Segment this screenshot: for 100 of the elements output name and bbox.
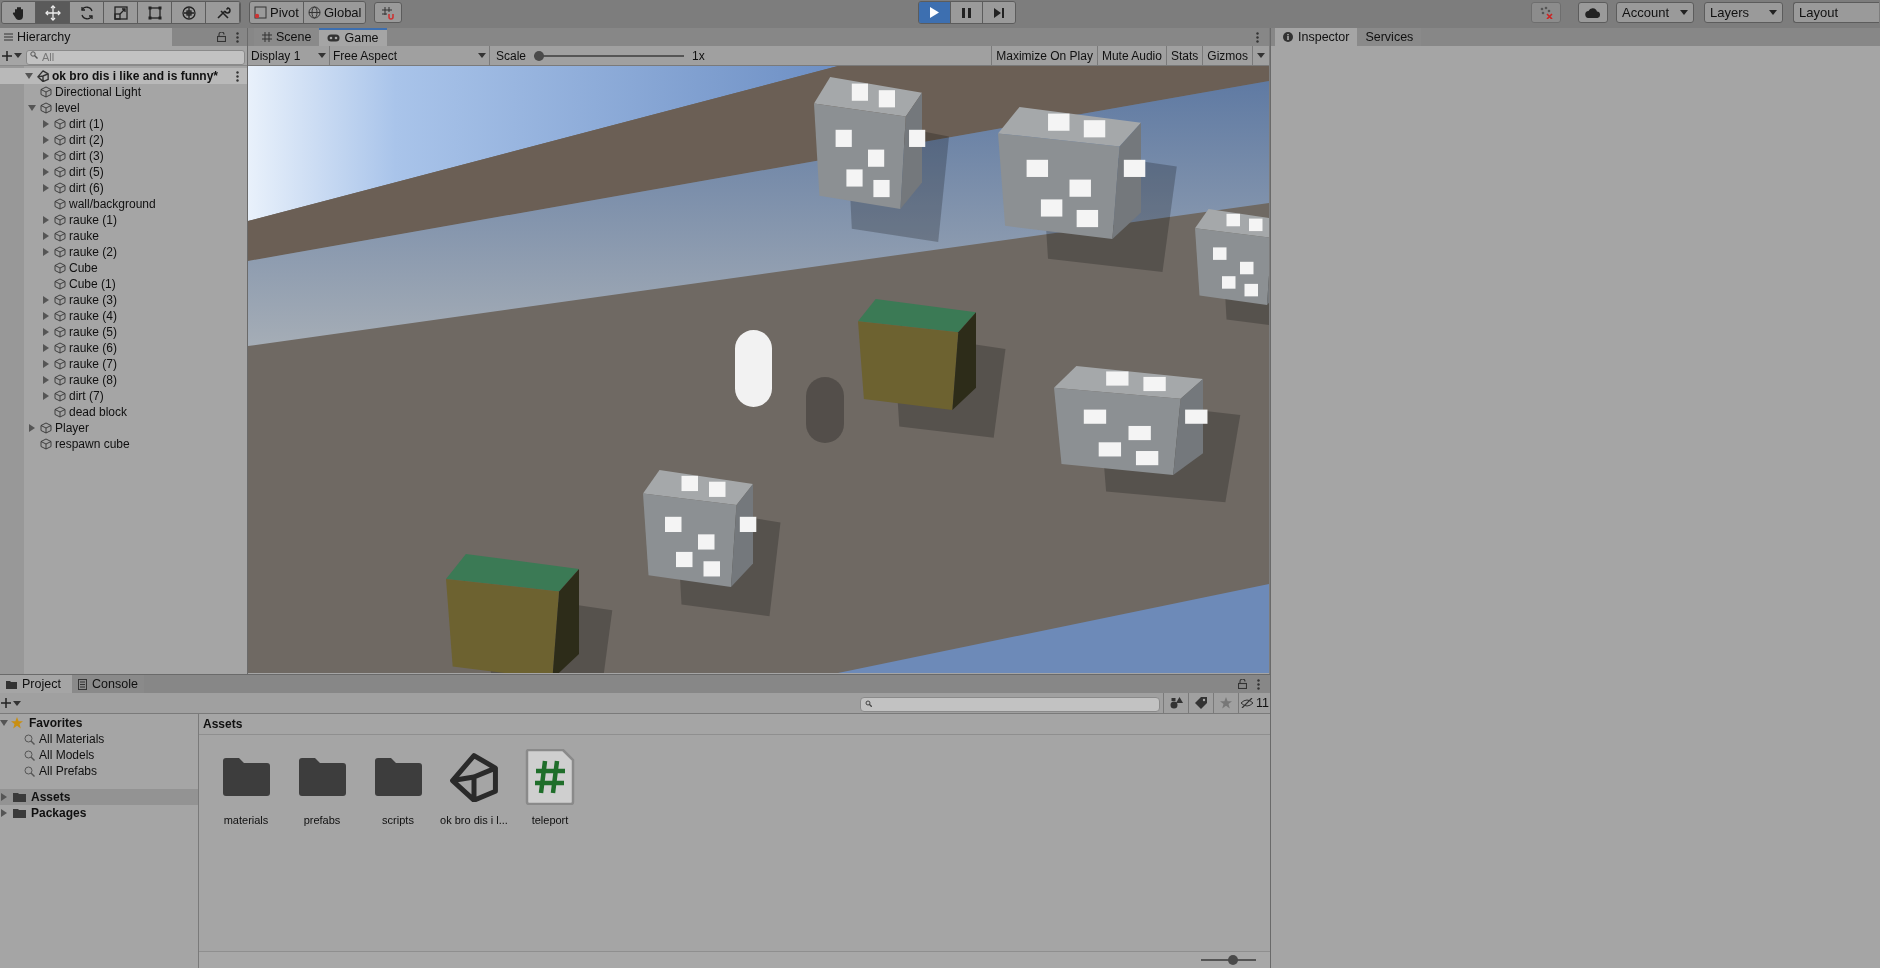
search-field[interactable] (860, 697, 1160, 712)
dropdown-arrow-icon (318, 53, 326, 58)
asset-item[interactable]: ok bro dis i l... (436, 747, 512, 951)
hierarchy-item[interactable]: dirt (7) (0, 388, 247, 404)
tool-button[interactable] (172, 2, 206, 23)
dropdown-arrow-icon (14, 53, 22, 58)
favorite-item[interactable]: All Models (0, 747, 198, 763)
hierarchy-item[interactable]: Cube (0, 260, 247, 276)
hierarchy-item[interactable]: dead block (0, 404, 247, 420)
hierarchy-item[interactable]: Player (0, 420, 247, 436)
game-toolbar-button[interactable]: Gizmos (1202, 45, 1252, 66)
cube-icon (54, 406, 66, 418)
hierarchy-item[interactable]: rauke (5) (0, 324, 247, 340)
pause-button[interactable] (950, 2, 983, 23)
collapse-arrow-icon (0, 719, 8, 727)
more-options-icon (236, 70, 239, 82)
hierarchy-item[interactable]: wall/background (0, 196, 247, 212)
project-root-item[interactable]: Packages (0, 805, 198, 821)
slider-thumb[interactable] (534, 50, 545, 61)
hierarchy-item[interactable]: dirt (1) (0, 116, 247, 132)
hierarchy-item[interactable]: rauke (3) (0, 292, 247, 308)
more-options-icon (1257, 678, 1260, 690)
hierarchy-item[interactable]: rauke (8) (0, 372, 247, 388)
cube-icon (54, 230, 66, 242)
project-root-item[interactable]: Assets (0, 789, 198, 805)
breadcrumb[interactable]: Assets (203, 715, 243, 733)
plus-icon (2, 50, 12, 61)
hierarchy-item[interactable]: rauke (4) (0, 308, 247, 324)
asset-item[interactable]: prefabs (284, 747, 360, 951)
cube-icon (54, 390, 66, 402)
panel-tab[interactable]: Project (0, 675, 72, 693)
play-button[interactable] (918, 2, 951, 23)
tool-button[interactable] (2, 2, 36, 23)
add-button[interactable] (2, 50, 22, 61)
asset-item[interactable]: materials (208, 747, 284, 951)
asset-item[interactable]: teleport (512, 747, 588, 951)
cube-icon (54, 166, 66, 178)
cube-icon (54, 262, 66, 274)
cube-icon (54, 294, 66, 306)
scene-item[interactable]: ok bro dis i like and is funny* (0, 68, 247, 84)
search-field[interactable]: All (26, 49, 245, 65)
tool-button[interactable] (138, 2, 172, 23)
rotate-icon (78, 4, 95, 21)
hierarchy-item[interactable]: rauke (2) (0, 244, 247, 260)
search-icon (24, 733, 35, 745)
pivot-button[interactable]: Pivot (250, 2, 304, 23)
panel-tab[interactable]: Game (319, 28, 387, 46)
hierarchy-item[interactable]: dirt (3) (0, 148, 247, 164)
tool-button[interactable] (36, 2, 70, 23)
display-dropdown[interactable]: Display 1 (248, 45, 330, 66)
hierarchy-item[interactable]: Directional Light (0, 84, 247, 100)
game-toolbar-button[interactable]: Maximize On Play (991, 45, 1097, 66)
hierarchy-item[interactable]: Cube (1) (0, 276, 247, 292)
step-button[interactable] (982, 2, 1015, 23)
favorites-item[interactable]: Favorites (0, 715, 198, 731)
folder-icon (13, 808, 26, 818)
favorite-item[interactable]: All Prefabs (0, 763, 198, 779)
info-icon (1283, 32, 1293, 42)
hierarchy-item[interactable]: rauke (7) (0, 356, 247, 372)
folder-icon (221, 757, 271, 797)
tool-button[interactable] (104, 2, 138, 23)
folder-icon (297, 757, 347, 797)
hierarchy-item[interactable]: rauke (0, 228, 247, 244)
layout-dropdown[interactable]: Layout (1793, 2, 1879, 23)
slider-thumb[interactable] (1228, 955, 1238, 965)
cloud-icon (1585, 7, 1601, 18)
hierarchy-tab[interactable]: Hierarchy (0, 28, 172, 46)
add-button[interactable] (1, 698, 21, 708)
script-icon (525, 749, 575, 805)
game-toolbar-button[interactable]: Stats (1165, 45, 1203, 66)
hierarchy-item[interactable]: dirt (5) (0, 164, 247, 180)
plus-icon (1, 698, 11, 708)
favorite-item[interactable]: All Materials (0, 731, 198, 747)
more-options-icon (236, 31, 239, 43)
tool-button[interactable] (70, 2, 104, 23)
cube-icon (40, 422, 52, 434)
unity-scene-icon (37, 70, 49, 82)
aspect-dropdown[interactable]: Free Aspect (330, 45, 490, 66)
collapse-arrow-icon (25, 72, 33, 80)
game-toolbar-button[interactable]: Mute Audio (1096, 45, 1166, 66)
star-icon (11, 717, 23, 729)
tool-button[interactable] (206, 2, 240, 23)
cube-icon (54, 358, 66, 370)
asset-item[interactable]: scripts (360, 747, 436, 951)
account-dropdown[interactable]: Account (1616, 2, 1694, 23)
cube-icon (54, 214, 66, 226)
zoom-slider[interactable] (1201, 955, 1256, 965)
hierarchy-item[interactable]: rauke (6) (0, 340, 247, 356)
scale-slider[interactable] (534, 50, 685, 61)
hierarchy-item[interactable]: dirt (6) (0, 180, 247, 196)
panel-tab[interactable]: Inspector (1275, 28, 1358, 46)
cloud-button[interactable] (1578, 2, 1608, 23)
global-button[interactable]: Global (303, 2, 366, 23)
layers-dropdown[interactable]: Layers (1704, 2, 1783, 23)
hierarchy-item[interactable]: respawn cube (0, 436, 247, 452)
hierarchy-item[interactable]: level (0, 100, 247, 116)
hierarchy-item[interactable]: dirt (2) (0, 132, 247, 148)
search-icon (865, 699, 872, 707)
hierarchy-item[interactable]: rauke (1) (0, 212, 247, 228)
search-icon (24, 749, 35, 761)
